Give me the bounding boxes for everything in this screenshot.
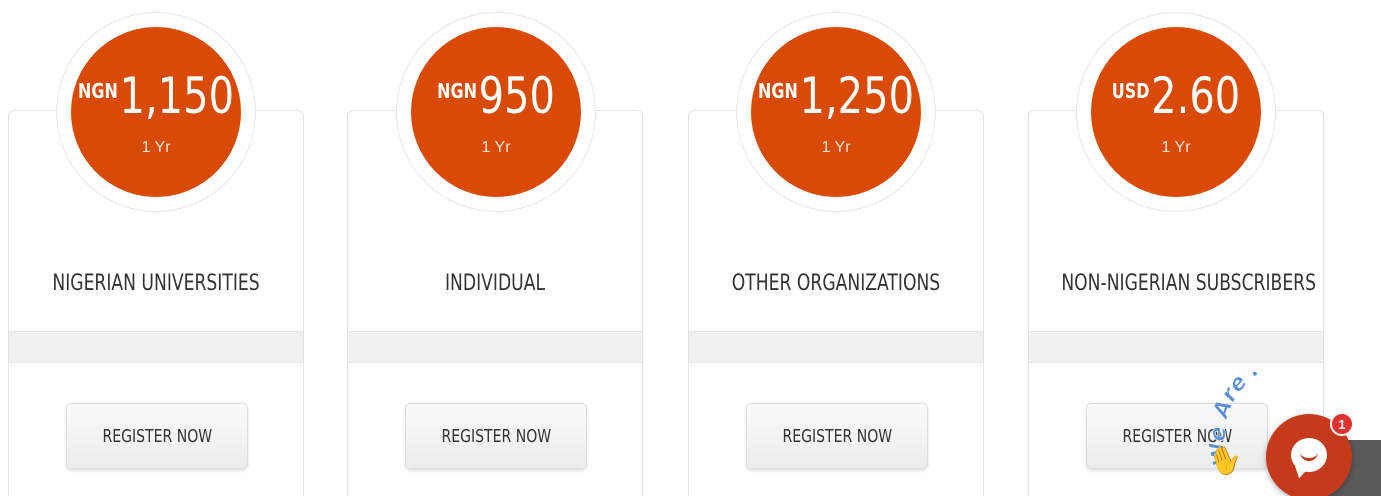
price-currency: NGN <box>77 79 118 103</box>
chat-speech-icon <box>1291 438 1327 472</box>
price-currency: NGN <box>757 79 798 103</box>
price-period: 1 Yr <box>141 139 171 156</box>
price-period: 1 Yr <box>481 139 511 156</box>
price-currency: USD <box>1111 79 1150 103</box>
price-amount: 950 <box>478 67 555 125</box>
price-badge: NGN 1,250 1 Yr <box>736 12 936 212</box>
price-currency: NGN <box>437 79 477 103</box>
price-badge: NGN 950 1 Yr <box>396 12 596 212</box>
price-amount: 1,250 <box>799 67 915 125</box>
plan-title: NIGERIAN UNIVERSITIES <box>52 271 260 296</box>
price-period: 1 Yr <box>821 139 851 156</box>
card-divider-band <box>9 331 303 363</box>
plan-title: NON-NIGERIAN SUBSCRIBERS <box>1061 271 1316 296</box>
plan-title: OTHER ORGANIZATIONS <box>731 271 941 296</box>
price-circle: NGN 1,250 1 Yr <box>751 27 921 197</box>
smile-icon <box>1300 452 1318 461</box>
plan-title: INDIVIDUAL <box>444 271 546 296</box>
register-now-button[interactable]: REGISTER NOW <box>746 403 928 469</box>
card-divider-band <box>1029 331 1323 363</box>
pricing-page: NIGERIAN UNIVERSITIES REGISTER NOW NGN 1… <box>0 0 1381 496</box>
price-badge: USD 2.60 1 Yr <box>1076 12 1276 212</box>
price-circle: NGN 950 1 Yr <box>411 27 581 197</box>
price-circle: USD 2.60 1 Yr <box>1091 27 1261 197</box>
price-amount: 2.60 <box>1151 67 1241 125</box>
chat-widget[interactable]: We Are Here! ✋ 1 <box>1200 372 1381 496</box>
register-now-label: REGISTER NOW <box>782 425 892 447</box>
price-amount: 1,150 <box>119 67 235 125</box>
register-now-label: REGISTER NOW <box>441 425 551 447</box>
price-period: 1 Yr <box>1161 139 1191 156</box>
price-badge: NGN 1,150 1 Yr <box>56 12 256 212</box>
card-divider-band <box>348 331 642 363</box>
notification-badge: 1 <box>1330 412 1354 436</box>
price-circle: NGN 1,150 1 Yr <box>71 27 241 197</box>
register-now-button[interactable]: REGISTER NOW <box>405 403 587 469</box>
register-now-label: REGISTER NOW <box>102 425 212 447</box>
register-now-button[interactable]: REGISTER NOW <box>66 403 248 469</box>
card-divider-band <box>689 331 983 363</box>
